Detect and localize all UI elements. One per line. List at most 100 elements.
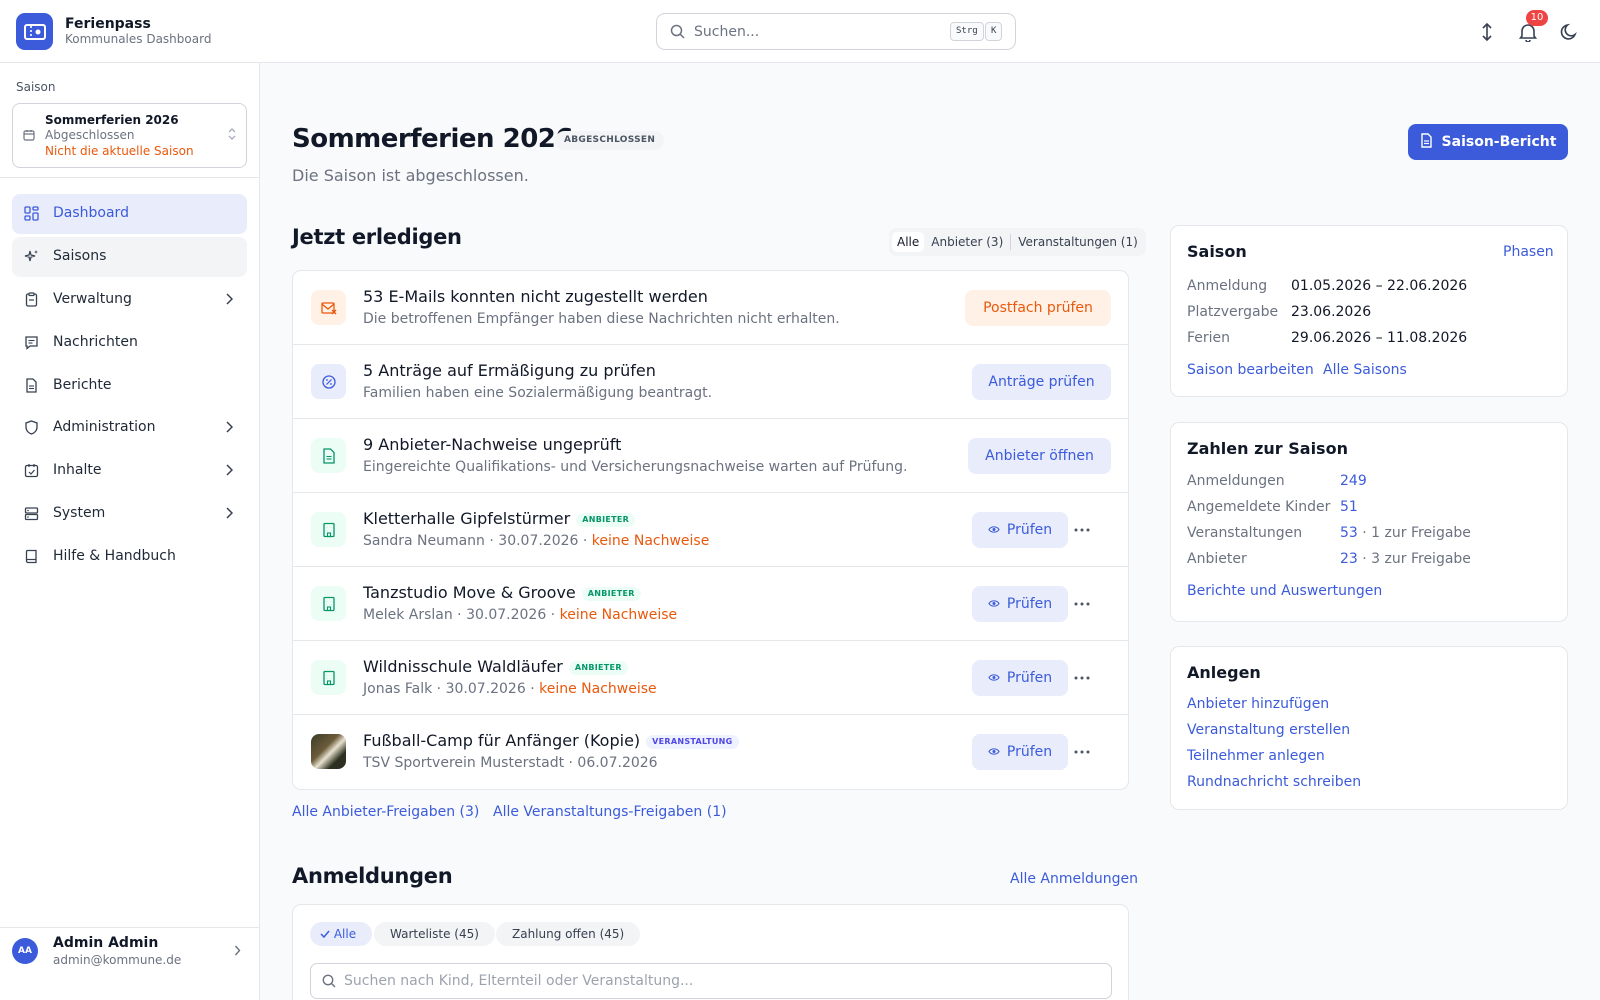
shield-icon [24, 420, 39, 439]
review-button[interactable]: Prüfen [972, 586, 1068, 622]
saison-row-label: Anmeldung [1187, 278, 1268, 294]
sidebar-item-label: Administration [53, 419, 156, 435]
stats-card-title: Zahlen zur Saison [1187, 439, 1348, 458]
check-mailbox-button[interactable]: Postfach prüfen [965, 290, 1111, 326]
stat-number[interactable]: 51 [1340, 499, 1358, 515]
saison-report-button[interactable]: Saison-Bericht [1408, 124, 1568, 160]
reports-link[interactable]: Berichte und Auswertungen [1187, 583, 1382, 599]
sidebar-item-hilfe[interactable]: Hilfe & Handbuch [12, 537, 247, 577]
ticket-logo-icon[interactable] [16, 13, 53, 50]
saison-row-value: 01.05.2026 – 22.06.2026 [1291, 278, 1468, 294]
review-button-label: Prüfen [1006, 596, 1053, 612]
sidebar-item-nachrichten[interactable]: Nachrichten [12, 323, 247, 363]
eye-icon [988, 670, 1000, 686]
sidebar-item-berichte[interactable]: Berichte [12, 366, 247, 406]
stat-number[interactable]: 23 [1340, 551, 1358, 567]
stat-number[interactable]: 53 [1340, 525, 1358, 541]
chevron-right-icon [225, 464, 234, 480]
sidebar-item-label: System [53, 505, 106, 521]
stats-card: Zahlen zur Saison Anmeldungen 249 Angeme… [1170, 422, 1568, 622]
review-button[interactable]: Prüfen [972, 512, 1068, 548]
global-search-input[interactable]: Suchen... Strg K [656, 13, 1016, 50]
type-badge: ANBIETER [576, 513, 636, 527]
chip-payment-open[interactable]: Zahlung offen (45) [496, 922, 641, 946]
avatar[interactable]: AA [12, 938, 38, 964]
open-providers-button[interactable]: Anbieter öffnen [968, 438, 1111, 474]
task-row-provider: Kletterhalle Gipfelstürmer ANBIETER Sandr… [293, 493, 1128, 567]
task-title: Wildnisschule Waldläufer ANBIETER [363, 657, 628, 676]
more-options-icon[interactable] [1074, 668, 1090, 684]
chevron-right-icon [225, 421, 234, 437]
task-description: Familien haben eine Sozialermäßigung bea… [363, 385, 713, 401]
task-row-provider-documents: 9 Anbieter-Nachweise ungeprüft Eingereic… [293, 419, 1128, 493]
write-broadcast-link[interactable]: Rundnachricht schreiben [1187, 774, 1361, 790]
all-saisons-link[interactable]: Alle Saisons [1323, 362, 1407, 378]
more-options-icon[interactable] [1074, 594, 1090, 610]
sidebar-item-inhalte[interactable]: Inhalte [12, 451, 247, 491]
search-icon [670, 24, 685, 43]
sidebar-item-administration[interactable]: Administration [12, 408, 247, 448]
review-button-label: Prüfen [1006, 670, 1053, 686]
mail-error-icon [311, 290, 346, 325]
create-event-link[interactable]: Veranstaltung erstellen [1187, 722, 1350, 738]
registration-search-placeholder: Suchen nach Kind, Elternteil oder Verans… [344, 973, 694, 989]
task-meta: Jonas Falk · 30.07.2026 · keine Nachweis… [363, 681, 657, 697]
chevron-right-icon [225, 293, 234, 309]
stat-label: Angemeldete Kinder [1187, 499, 1331, 515]
all-provider-approvals-link[interactable]: Alle Anbieter-Freigaben (3) [292, 804, 479, 820]
chip-waitlist[interactable]: Warteliste (45) [374, 922, 495, 946]
sidebar-item-label: Verwaltung [53, 291, 132, 307]
review-button[interactable]: Prüfen [972, 660, 1068, 696]
sidebar-item-label: Saisons [53, 248, 107, 264]
stat-extra: · 1 zur Freigabe [1357, 525, 1471, 541]
top-bar: Ferienpass Kommunales Dashboard Suchen..… [0, 0, 1600, 63]
chip-all[interactable]: Alle [310, 922, 373, 946]
saison-selector[interactable]: Sommerferien 2026 Abgeschlossen Nicht di… [12, 103, 247, 168]
eye-icon [988, 744, 1000, 760]
edit-saison-link[interactable]: Saison bearbeiten [1187, 362, 1314, 378]
stat-value: 249 [1340, 473, 1367, 489]
sort-icon[interactable] [1475, 20, 1499, 44]
task-row-mail-bounces: 53 E-Mails konnten nicht zugestellt werd… [293, 271, 1128, 345]
provider-name: Wildnisschule Waldläufer [363, 657, 563, 676]
app-subtitle: Kommunales Dashboard [65, 32, 212, 46]
saison-row-value: 29.06.2026 – 11.08.2026 [1291, 330, 1468, 346]
task-meta-text: Jonas Falk · 30.07.2026 · [363, 681, 540, 697]
sidebar-item-saisons[interactable]: Saisons [12, 237, 247, 277]
chevron-up-down-icon [228, 128, 236, 144]
more-options-icon[interactable] [1074, 520, 1090, 536]
chevron-right-icon[interactable] [234, 944, 241, 960]
all-event-approvals-link[interactable]: Alle Veranstaltungs-Freigaben (1) [493, 804, 727, 820]
building-icon [311, 660, 346, 695]
app-title: Ferienpass [65, 16, 151, 32]
phases-link[interactable]: Phasen [1503, 244, 1554, 260]
moon-icon[interactable] [1557, 20, 1581, 44]
task-description: Eingereichte Qualifikations- und Versich… [363, 459, 908, 475]
check-icon [320, 927, 330, 941]
more-options-icon[interactable] [1074, 742, 1090, 758]
create-participant-link[interactable]: Teilnehmer anlegen [1187, 748, 1325, 764]
task-meta-text: Sandra Neumann · 30.07.2026 · [363, 533, 592, 549]
all-registrations-link[interactable]: Alle Anmeldungen [1010, 871, 1138, 887]
sidebar: Saison Sommerferien 2026 Abgeschlossen N… [0, 63, 260, 1000]
eye-icon [988, 596, 1000, 612]
review-button[interactable]: Prüfen [972, 734, 1068, 770]
stat-number[interactable]: 249 [1340, 473, 1367, 489]
sidebar-item-label: Nachrichten [53, 334, 138, 350]
sidebar-item-verwaltung[interactable]: Verwaltung [12, 280, 247, 320]
saison-warning: Nicht die aktuelle Saison [45, 144, 194, 158]
tab-events[interactable]: Veranstaltungen (1) [1013, 232, 1143, 252]
server-icon [24, 506, 39, 525]
missing-documents-warning: keine Nachweise [591, 533, 710, 549]
task-row-event: Fußball-Camp für Anfänger (Kopie) VERANST… [293, 715, 1128, 789]
sidebar-item-label: Hilfe & Handbuch [53, 548, 176, 564]
stat-label: Anmeldungen [1187, 473, 1285, 489]
sidebar-item-system[interactable]: System [12, 494, 247, 534]
tab-providers[interactable]: Anbieter (3) [926, 232, 1008, 252]
add-provider-link[interactable]: Anbieter hinzufügen [1187, 696, 1329, 712]
registration-search-input[interactable]: Suchen nach Kind, Elternteil oder Verans… [310, 963, 1112, 999]
check-applications-button[interactable]: Anträge prüfen [972, 364, 1111, 400]
user-name[interactable]: Admin Admin [53, 935, 158, 951]
sidebar-item-dashboard[interactable]: Dashboard [12, 194, 247, 234]
tab-all[interactable]: Alle [892, 232, 925, 252]
